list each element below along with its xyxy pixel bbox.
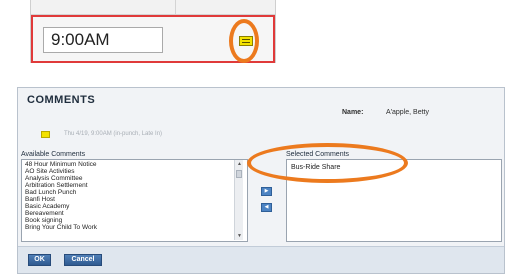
name-label: Name:	[342, 109, 364, 116]
selected-highlight-ring	[247, 143, 408, 183]
ok-button[interactable]: OK	[28, 254, 51, 266]
dialog-footer: OK Cancel	[18, 246, 504, 273]
list-item[interactable]: 48 Hour Minimum Notice	[25, 161, 97, 168]
list-item[interactable]: Book signing	[25, 217, 62, 224]
cancel-button[interactable]: Cancel	[64, 254, 102, 266]
scroll-thumb[interactable]	[236, 170, 242, 178]
grid-divider	[175, 0, 176, 14]
available-comments-list[interactable]: 48 Hour Minimum Notice AO Site Activitie…	[21, 159, 248, 242]
employee-name: A'apple, Betty	[386, 109, 429, 116]
list-item[interactable]: Bring Your Child To Work	[25, 224, 97, 231]
scroll-up-icon[interactable]: ▲	[236, 161, 243, 167]
punch-info: Thu 4/19, 9:00AM (in-punch, Late In)	[64, 131, 163, 137]
list-item[interactable]: Bereavement	[25, 210, 64, 217]
punch-note-icon	[41, 131, 50, 138]
punch-time-input[interactable]: 9:00AM	[43, 27, 163, 53]
list-item[interactable]: AO Site Activities	[25, 168, 75, 175]
comments-dialog: COMMENTS Name: A'apple, Betty Thu 4/19, …	[17, 87, 505, 274]
list-item[interactable]: Bad Lunch Punch	[25, 189, 76, 196]
list-item[interactable]: Banfi Host	[25, 196, 55, 203]
scroll-down-icon[interactable]: ▼	[236, 233, 243, 239]
list-item[interactable]: Arbitration Settlement	[25, 182, 88, 189]
highlight-ring-icon	[229, 19, 259, 63]
available-comments-label: Available Comments	[21, 151, 86, 158]
list-item[interactable]: Basic Academy	[25, 203, 69, 210]
add-comment-arrow-icon[interactable]: ▶	[261, 187, 272, 196]
remove-comment-arrow-icon[interactable]: ◀	[261, 203, 272, 212]
available-list-scrollbar[interactable]: ▲ ▼	[234, 160, 243, 240]
list-item[interactable]: Analysis Committee	[25, 175, 82, 182]
dialog-title: COMMENTS	[27, 94, 96, 106]
